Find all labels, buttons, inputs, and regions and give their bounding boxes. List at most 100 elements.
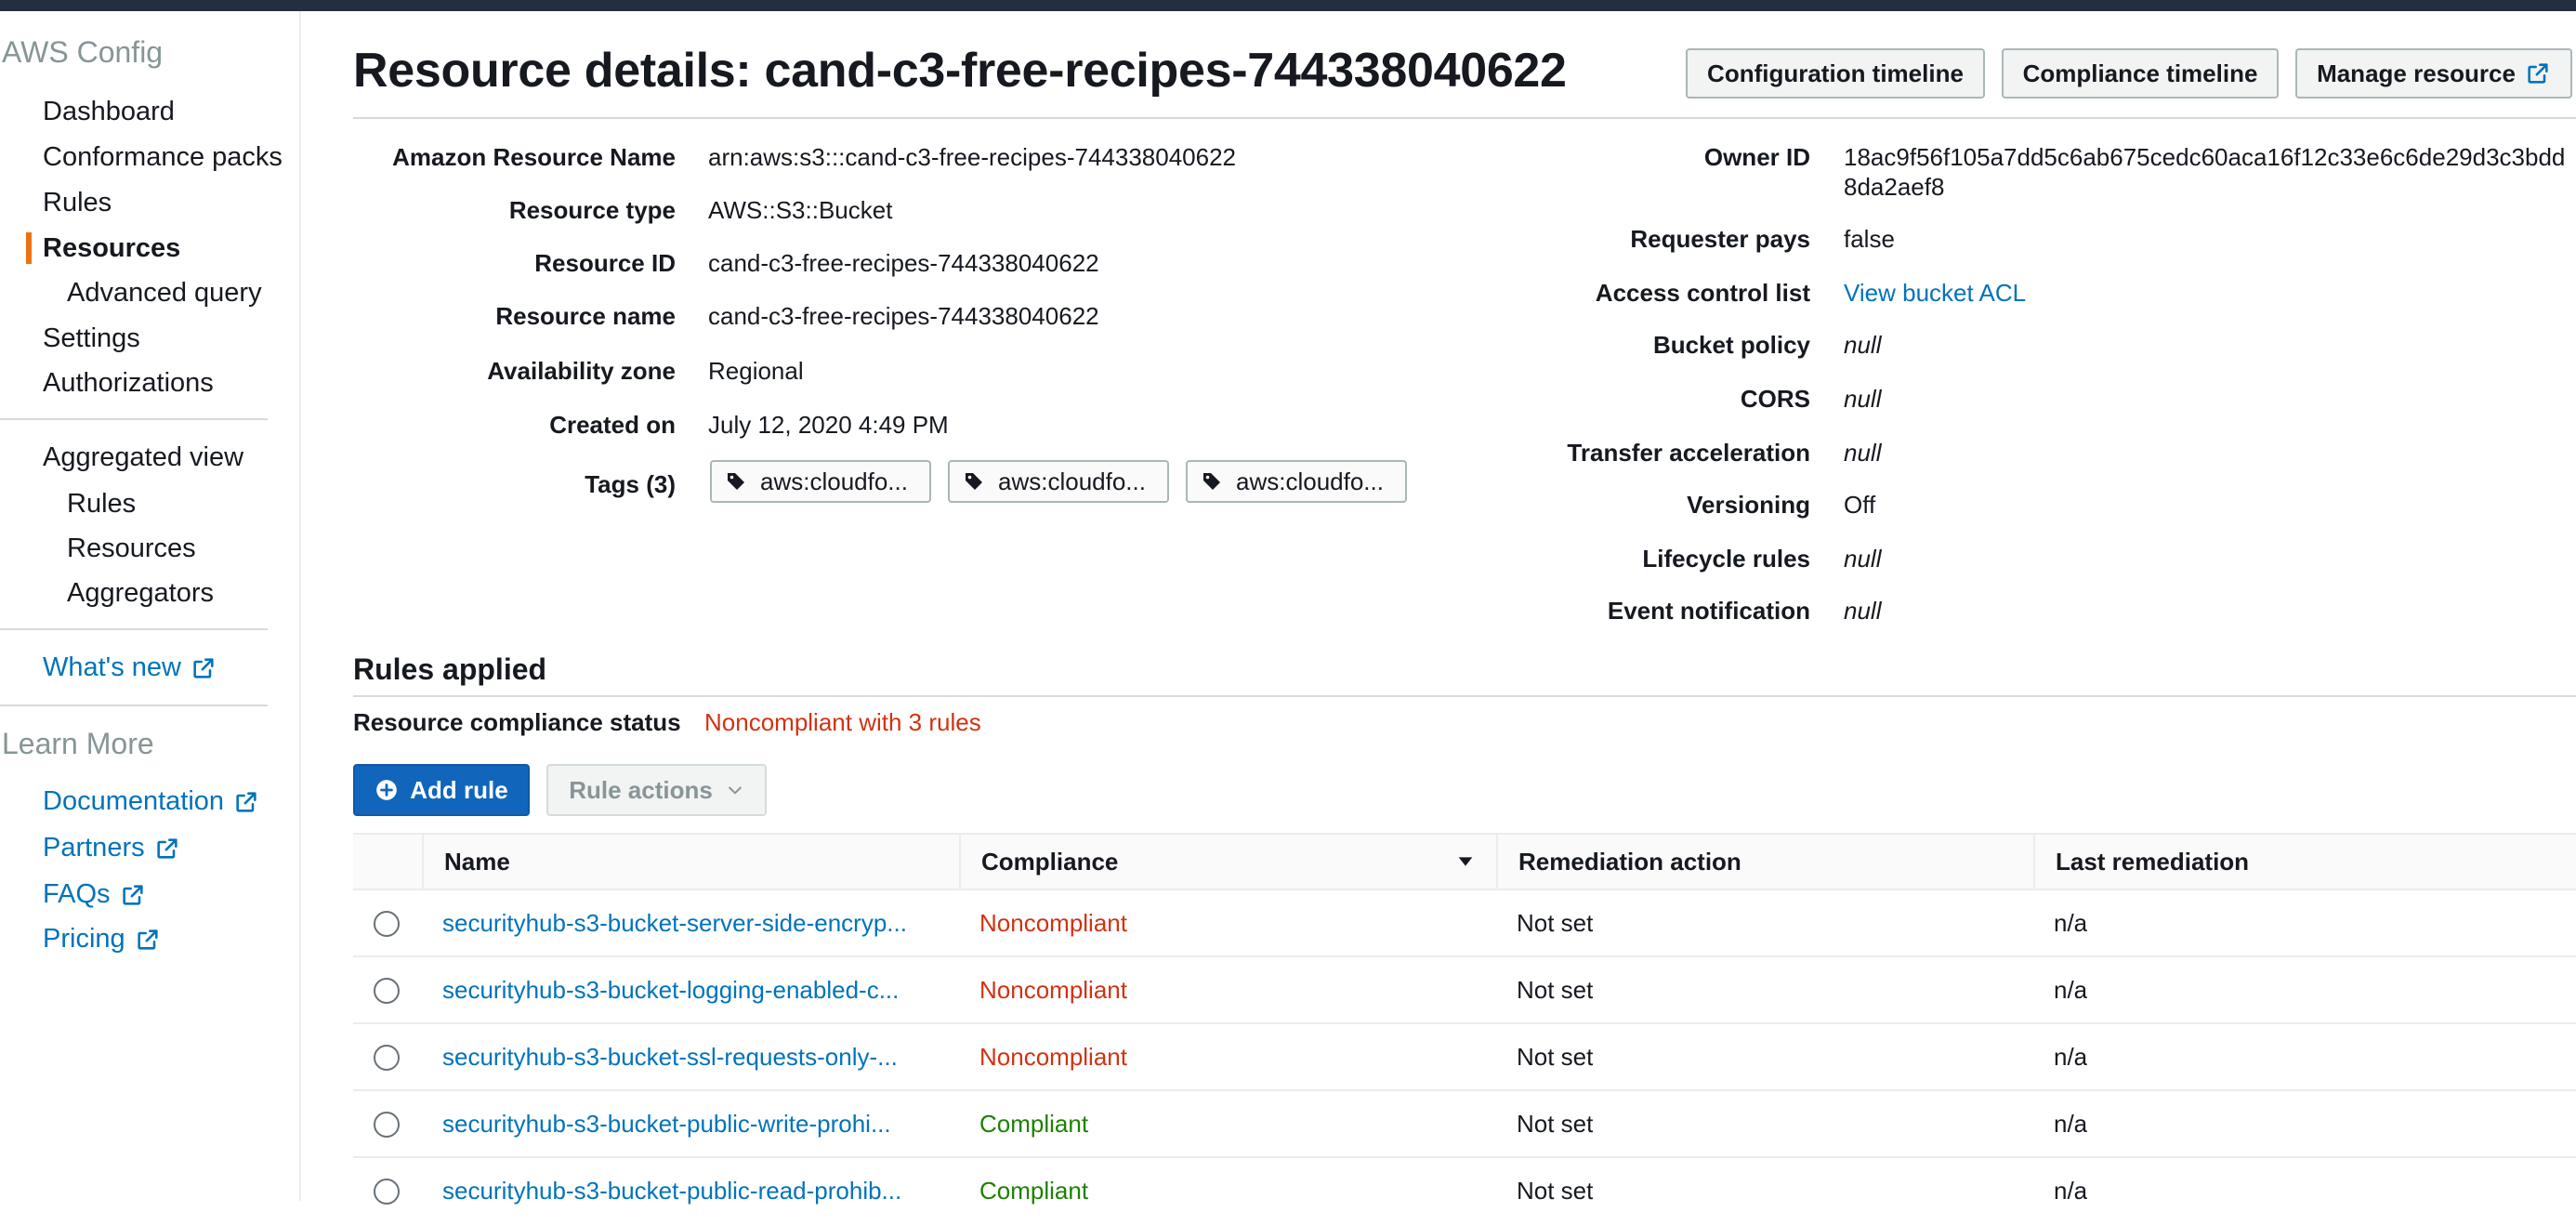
sidebar-link-pricing[interactable]: Pricing	[43, 924, 161, 955]
sidebar-item-dashboard[interactable]: Dashboard	[43, 97, 175, 127]
rule-name-link[interactable]: securityhub-s3-bucket-logging-enabled-c.…	[442, 957, 926, 1022]
column-header-compliance[interactable]: Compliance	[959, 835, 1496, 889]
external-link-icon	[122, 884, 143, 905]
sidebar-item-aggregators[interactable]: Aggregators	[67, 578, 214, 609]
add-rule-button[interactable]: Add rule	[353, 764, 530, 816]
page-title: Resource details: cand-c3-free-recipes-7…	[353, 44, 1567, 98]
compliance-timeline-label: Compliance timeline	[2022, 59, 2258, 87]
external-link-icon	[193, 657, 214, 678]
manage-resource-label: Manage resource	[2317, 59, 2516, 87]
compliance-status: Noncompliant	[979, 975, 1127, 1004]
owner-id-value: 18ac9f56f105a7dd5c6ab675cedc60aca16f12c3…	[1844, 143, 2566, 171]
sidebar-item-conformance-packs[interactable]: Conformance packs	[43, 142, 283, 173]
sidebar-item-aggregated-resources[interactable]: Resources	[67, 533, 196, 564]
tag-chip[interactable]: aws:cloudfo...	[710, 460, 931, 503]
column-header-last-remediation[interactable]: Last remediation	[2033, 835, 2576, 889]
tag-icon	[1203, 473, 1220, 490]
resource-type-value: AWS::S3::Bucket	[708, 196, 893, 224]
view-bucket-acl-link[interactable]: View bucket ACL	[1844, 279, 2026, 308]
transfer-acceleration-value: null	[1844, 439, 1882, 467]
requester-pays-label: Requester pays	[1630, 225, 1810, 253]
availability-zone-label: Availability zone	[487, 357, 676, 385]
pricing-label: Pricing	[43, 924, 125, 954]
event-notification-value: null	[1844, 597, 1882, 625]
sort-descending-icon[interactable]	[1455, 851, 1476, 872]
row-select-radio[interactable]	[374, 978, 400, 1004]
compliance-status: Compliant	[979, 1176, 1089, 1205]
add-rule-label: Add rule	[410, 775, 508, 804]
active-indicator	[26, 232, 32, 264]
table-row: securityhub-s3-bucket-public-write-prohi…	[353, 1091, 2576, 1158]
table-row: securityhub-s3-bucket-server-side-encryp…	[353, 890, 2576, 957]
tag-chip[interactable]: aws:cloudfo...	[1186, 460, 1407, 503]
sidebar-item-settings[interactable]: Settings	[43, 323, 140, 354]
compliance-status: Compliant	[979, 1109, 1089, 1138]
sidebar-item-advanced-query[interactable]: Advanced query	[67, 278, 262, 309]
resource-name-label: Resource name	[495, 302, 676, 330]
rule-name-link[interactable]: securityhub-s3-bucket-public-read-prohib…	[442, 1158, 926, 1223]
compliance-status-value: Noncompliant with 3 rules	[704, 708, 981, 736]
created-on-label: Created on	[549, 411, 676, 439]
row-select-radio[interactable]	[374, 1112, 400, 1138]
resource-id-label: Resource ID	[534, 249, 676, 277]
sidebar-link-whats-new[interactable]: What's new	[43, 652, 217, 683]
external-link-icon	[138, 929, 158, 950]
compliance-timeline-button[interactable]: Compliance timeline	[2002, 48, 2279, 99]
remediation-action: Not set	[1517, 975, 1594, 1004]
column-header-remediation-action[interactable]: Remediation action	[1496, 835, 2033, 889]
remediation-action: Not set	[1517, 1109, 1594, 1138]
created-on-value: July 12, 2020 4:49 PM	[708, 411, 949, 439]
sidebar-item-resources[interactable]: Resources	[43, 233, 180, 264]
learn-more-heading: Learn More	[2, 727, 154, 760]
table-row: securityhub-s3-bucket-ssl-requests-only-…	[353, 1024, 2576, 1091]
event-notification-label: Event notification	[1607, 597, 1810, 625]
rule-name-link[interactable]: securityhub-s3-bucket-ssl-requests-only-…	[442, 1024, 926, 1089]
tags-label: Tags (3)	[585, 470, 676, 498]
last-remediation: n/a	[2054, 1176, 2088, 1205]
partners-label: Partners	[43, 833, 145, 863]
tag-chip-label: aws:cloudfo...	[998, 467, 1146, 495]
bucket-policy-value: null	[1844, 331, 1882, 359]
arn-label: Amazon Resource Name	[392, 143, 676, 171]
versioning-label: Versioning	[1687, 491, 1810, 519]
column-compliance-label: Compliance	[981, 847, 1119, 876]
remediation-action: Not set	[1517, 908, 1594, 937]
remediation-action: Not set	[1517, 1042, 1594, 1071]
tag-chip-label: aws:cloudfo...	[1236, 467, 1384, 495]
plus-circle-icon	[376, 780, 398, 800]
remediation-action: Not set	[1517, 1176, 1594, 1205]
sidebar-item-authorizations[interactable]: Authorizations	[43, 368, 214, 399]
column-last-remediation-label: Last remediation	[2056, 847, 2250, 876]
sidebar-link-faqs[interactable]: FAQs	[43, 879, 146, 910]
rule-name-link[interactable]: securityhub-s3-bucket-public-write-prohi…	[442, 1091, 926, 1156]
last-remediation: n/a	[2054, 975, 2088, 1004]
configuration-timeline-button[interactable]: Configuration timeline	[1686, 48, 1985, 99]
sidebar-link-partners[interactable]: Partners	[43, 833, 180, 863]
faqs-label: FAQs	[43, 879, 111, 909]
external-link-icon	[156, 837, 177, 859]
tag-chip[interactable]: aws:cloudfo...	[948, 460, 1169, 503]
transfer-acceleration-label: Transfer acceleration	[1567, 439, 1810, 467]
sidebar-item-aggregated-view[interactable]: Aggregated view	[43, 442, 243, 473]
manage-resource-button[interactable]: Manage resource	[2295, 48, 2572, 99]
row-select-radio[interactable]	[374, 1045, 400, 1071]
sidebar-item-aggregated-rules[interactable]: Rules	[67, 489, 136, 520]
row-select-radio[interactable]	[374, 911, 400, 937]
requester-pays-value: false	[1844, 225, 1895, 253]
sidebar-link-documentation[interactable]: Documentation	[43, 786, 259, 817]
versioning-value: Off	[1844, 491, 1876, 519]
whats-new-label: What's new	[43, 652, 181, 682]
rule-name-link[interactable]: securityhub-s3-bucket-server-side-encryp…	[442, 890, 926, 955]
lifecycle-rules-value: null	[1844, 545, 1882, 573]
column-remediation-label: Remediation action	[1518, 847, 1741, 876]
sidebar-item-rules[interactable]: Rules	[43, 188, 112, 218]
bucket-policy-label: Bucket policy	[1652, 331, 1810, 359]
compliance-status-label: Resource compliance status	[353, 708, 681, 736]
column-header-name[interactable]: Name	[422, 835, 959, 889]
rule-actions-dropdown[interactable]: Rule actions	[546, 764, 767, 816]
arn-value: arn:aws:s3:::cand-c3-free-recipes-744338…	[708, 143, 1237, 171]
availability-zone-value: Regional	[708, 357, 804, 385]
top-navigation-bar	[0, 0, 2576, 11]
service-title[interactable]: AWS Config	[2, 35, 163, 70]
lifecycle-rules-label: Lifecycle rules	[1642, 545, 1810, 573]
